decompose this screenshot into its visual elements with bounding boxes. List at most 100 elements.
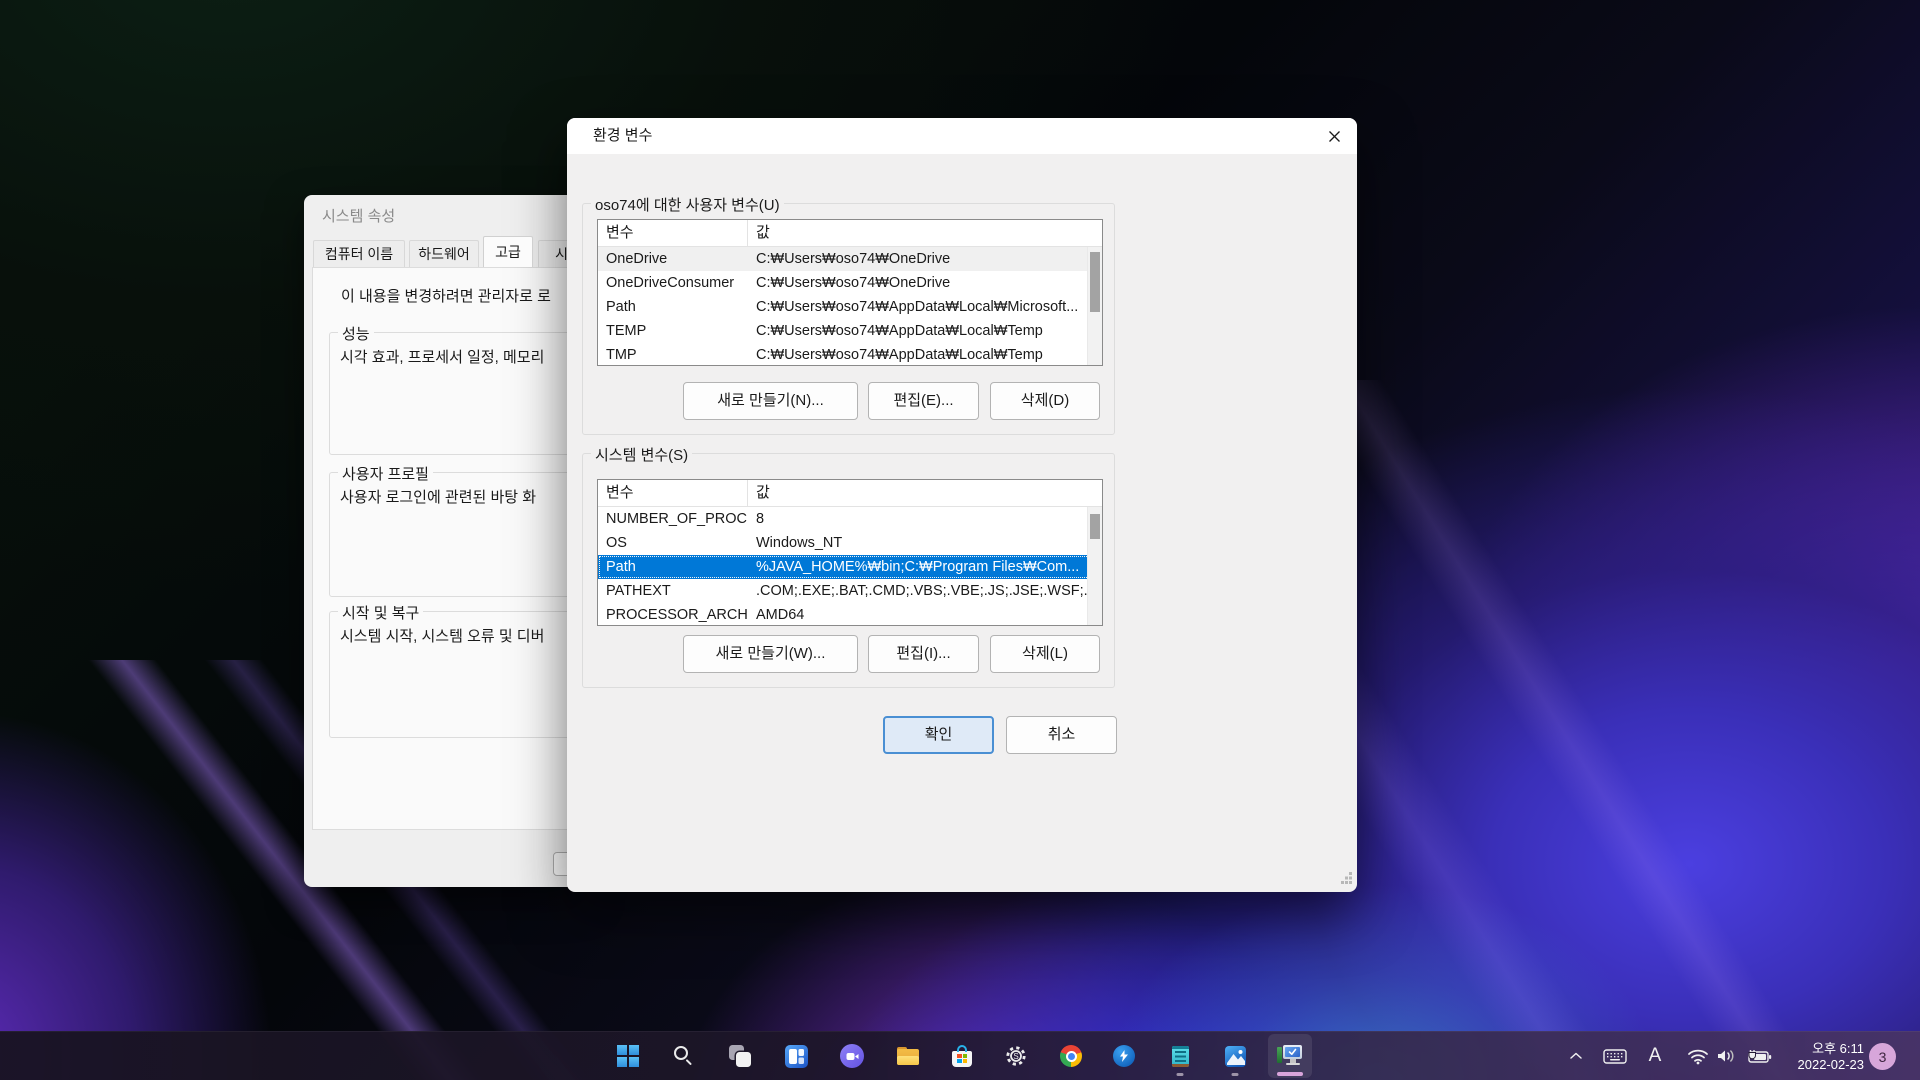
- volume-button[interactable]: [1712, 1034, 1740, 1078]
- system-delete-button[interactable]: 삭제(L): [990, 635, 1100, 673]
- window-title: 시스템 속성: [322, 205, 395, 226]
- startup-recovery-group-label: 시작 및 복구: [338, 602, 423, 623]
- column-header-value[interactable]: 값: [748, 480, 1102, 506]
- task-view-button[interactable]: [718, 1034, 762, 1078]
- notepad-button[interactable]: [1158, 1034, 1202, 1078]
- admin-notice-text: 이 내용을 변경하려면 관리자로 로: [341, 285, 551, 306]
- scrollbar-track[interactable]: [1087, 247, 1102, 365]
- notepad-icon: [1172, 1046, 1189, 1067]
- chat-icon: [840, 1044, 864, 1068]
- table-row-selected[interactable]: Path %JAVA_HOME%₩bin;C:₩Program Files₩Co…: [598, 555, 1102, 579]
- scrollbar-thumb[interactable]: [1090, 514, 1100, 539]
- var-name: OS: [598, 531, 748, 555]
- advanced-tab-page: 이 내용을 변경하려면 관리자로 로 성능 시각 효과, 프로세서 일정, 메모…: [312, 267, 585, 830]
- column-header-variable[interactable]: 변수: [598, 220, 748, 246]
- table-row[interactable]: OneDriveConsumer C:₩Users₩oso74₩OneDrive: [598, 271, 1102, 295]
- table-header: 변수 값: [598, 480, 1102, 507]
- tab-advanced[interactable]: 고급: [483, 236, 533, 267]
- performance-desc: 시각 효과, 프로세서 일정, 메모리: [340, 346, 544, 367]
- speaker-icon: [1715, 1047, 1737, 1065]
- settings-gear-icon: S: [1004, 1044, 1028, 1068]
- column-header-value[interactable]: 값: [748, 220, 1102, 246]
- var-value: 8: [748, 507, 1102, 531]
- user-new-button[interactable]: 새로 만들기(N)...: [683, 382, 858, 420]
- network-button[interactable]: [1684, 1034, 1712, 1078]
- tab-computer-name[interactable]: 컴퓨터 이름: [313, 240, 405, 267]
- var-name: Path: [598, 295, 748, 319]
- system-new-button[interactable]: 새로 만들기(W)...: [683, 635, 858, 673]
- chrome-button[interactable]: [1049, 1034, 1093, 1078]
- tray-overflow-button[interactable]: [1562, 1034, 1590, 1078]
- table-row[interactable]: TEMP C:₩Users₩oso74₩AppData₩Local₩Temp: [598, 319, 1102, 343]
- user-delete-button[interactable]: 삭제(D): [990, 382, 1100, 420]
- battery-button[interactable]: [1742, 1034, 1776, 1078]
- var-name: PROCESSOR_ARCH...: [598, 603, 748, 626]
- system-properties-window: 시스템 속성 컴퓨터 이름 하드웨어 고급 시스 이 내용을 변경하려면 관리자…: [304, 195, 585, 887]
- user-profiles-group: 사용자 프로필 사용자 로그인에 관련된 바탕 화: [329, 472, 585, 597]
- table-row[interactable]: PROCESSOR_ARCH... AMD64: [598, 603, 1102, 626]
- widgets-icon: [785, 1045, 808, 1068]
- wifi-icon: [1687, 1047, 1709, 1065]
- lightning-app-button[interactable]: [1102, 1034, 1146, 1078]
- table-header: 변수 값: [598, 220, 1102, 247]
- system-variables-label: 시스템 변수(S): [591, 444, 692, 465]
- ok-button[interactable]: 확인: [883, 716, 994, 754]
- var-value: C:₩Users₩oso74₩AppData₩Local₩Temp: [748, 343, 1102, 366]
- table-row[interactable]: NUMBER_OF_PROC... 8: [598, 507, 1102, 531]
- file-explorer-button[interactable]: [886, 1034, 930, 1078]
- notification-count: 3: [1879, 1049, 1887, 1065]
- chevron-up-icon: [1569, 1051, 1583, 1061]
- chat-button[interactable]: [830, 1034, 874, 1078]
- var-value: AMD64: [748, 603, 1102, 626]
- var-value: Windows_NT: [748, 531, 1102, 555]
- lightning-icon: [1113, 1045, 1135, 1067]
- keyboard-icon: [1603, 1048, 1627, 1065]
- table-row[interactable]: OneDrive C:₩Users₩oso74₩OneDrive: [598, 247, 1102, 271]
- system-properties-taskbar-button[interactable]: [1268, 1034, 1312, 1078]
- search-button[interactable]: [662, 1034, 706, 1078]
- taskbar: S: [0, 1031, 1920, 1080]
- var-value: C:₩Users₩oso74₩AppData₩Local₩Temp: [748, 319, 1102, 343]
- ime-indicator[interactable]: A: [1640, 1034, 1670, 1078]
- search-icon: [673, 1045, 695, 1067]
- user-variables-label: oso74에 대한 사용자 변수(U): [591, 194, 784, 215]
- environment-variables-dialog: 환경 변수 oso74에 대한 사용자 변수(U) 변수 값 OneDrive …: [567, 118, 1357, 892]
- battery-charging-icon: [1746, 1047, 1773, 1065]
- chrome-icon: [1060, 1045, 1082, 1067]
- clock-time: 오후 6:11: [1798, 1041, 1865, 1057]
- microsoft-store-button[interactable]: [940, 1034, 984, 1078]
- system-variables-group: 시스템 변수(S) 변수 값 NUMBER_OF_PROC... 8 OS Wi…: [582, 453, 1115, 688]
- table-row[interactable]: OS Windows_NT: [598, 531, 1102, 555]
- start-button[interactable]: [606, 1034, 650, 1078]
- performance-group-label: 성능: [338, 323, 374, 344]
- dialog-titlebar: 환경 변수: [567, 118, 1357, 154]
- table-row[interactable]: Path C:₩Users₩oso74₩AppData₩Local₩Micros…: [598, 295, 1102, 319]
- close-button[interactable]: [1321, 124, 1347, 148]
- resize-grip[interactable]: [1340, 871, 1353, 889]
- settings-button[interactable]: S: [994, 1034, 1038, 1078]
- var-name: NUMBER_OF_PROC...: [598, 507, 748, 531]
- running-indicator: [1177, 1073, 1184, 1076]
- notification-badge[interactable]: 3: [1869, 1043, 1896, 1070]
- user-edit-button[interactable]: 편집(E)...: [868, 382, 979, 420]
- tab-hardware[interactable]: 하드웨어: [409, 240, 479, 267]
- system-edit-button[interactable]: 편집(I)...: [868, 635, 979, 673]
- var-name: TEMP: [598, 319, 748, 343]
- microsoft-store-icon: [952, 1051, 972, 1067]
- user-variables-group: oso74에 대한 사용자 변수(U) 변수 값 OneDrive C:₩Use…: [582, 203, 1115, 435]
- scrollbar-track[interactable]: [1087, 507, 1102, 625]
- var-value: C:₩Users₩oso74₩AppData₩Local₩Microsoft..…: [748, 295, 1102, 319]
- table-row[interactable]: PATHEXT .COM;.EXE;.BAT;.CMD;.VBS;.VBE;.J…: [598, 579, 1102, 603]
- scrollbar-thumb[interactable]: [1090, 252, 1100, 312]
- column-header-variable[interactable]: 변수: [598, 480, 748, 506]
- ime-label: A: [1649, 1045, 1662, 1067]
- startup-recovery-group: 시작 및 복구 시스템 시작, 시스템 오류 및 디버: [329, 611, 585, 738]
- touch-keyboard-button[interactable]: [1598, 1034, 1632, 1078]
- task-view-icon: [729, 1045, 751, 1067]
- cancel-button[interactable]: 취소: [1006, 716, 1117, 754]
- clock[interactable]: 오후 6:11 2022-02-23: [1798, 1032, 1865, 1080]
- photos-button[interactable]: [1213, 1034, 1257, 1078]
- table-row[interactable]: TMP C:₩Users₩oso74₩AppData₩Local₩Temp: [598, 343, 1102, 366]
- widgets-button[interactable]: [774, 1034, 818, 1078]
- var-name: OneDrive: [598, 247, 748, 271]
